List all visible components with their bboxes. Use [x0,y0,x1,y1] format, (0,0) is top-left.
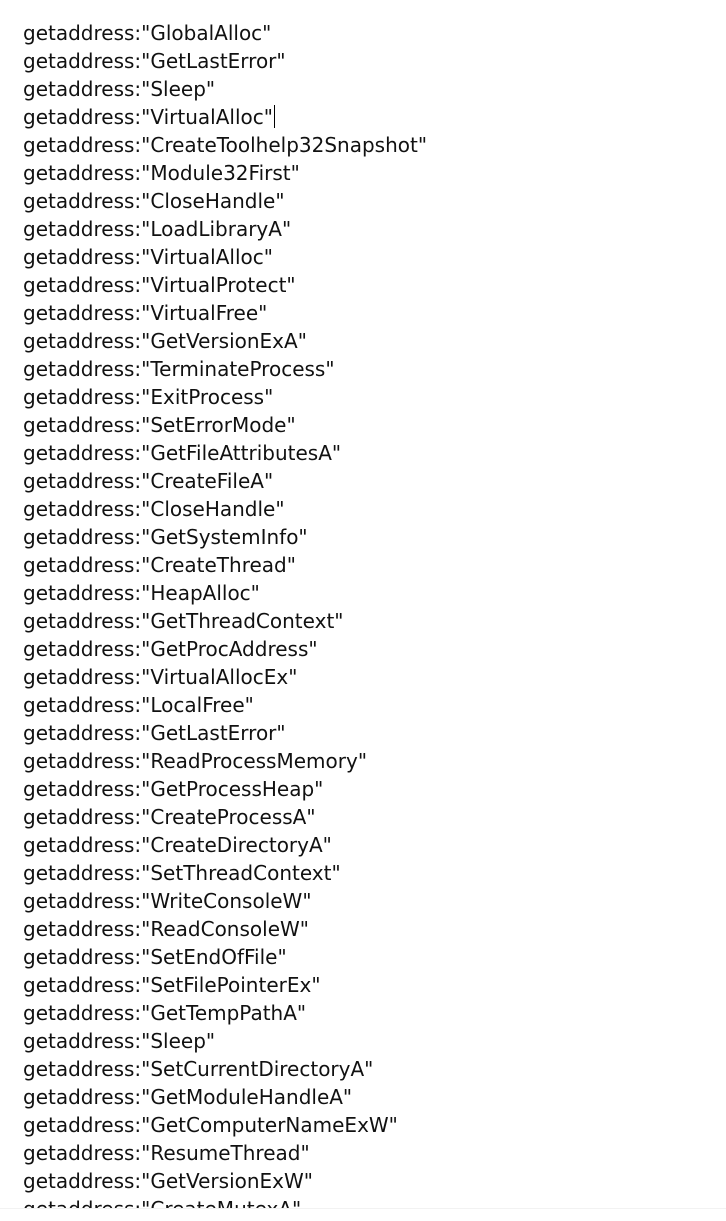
text-line: getaddress:"CloseHandle" [23,497,285,521]
text-line: getaddress:"VirtualAllocEx" [23,665,298,689]
text-line: getaddress:"GetLastError" [23,721,286,745]
text-line: getaddress:"GetVersionExA" [23,329,307,353]
text-line: getaddress:"GetProcessHeap" [23,777,324,801]
text-line: getaddress:"SetFilePointerEx" [23,973,321,997]
text-line: getaddress:"GlobalAlloc" [23,21,272,45]
text-line: getaddress:"GetProcAddress" [23,637,318,661]
text-line: getaddress:"CloseHandle" [23,189,285,213]
text-line: getaddress:"VirtualFree" [23,301,268,325]
text-line: getaddress:"CreateToolhelp32Snapshot" [23,133,428,157]
text-line: getaddress:"GetSystemInfo" [23,525,308,549]
text-line: getaddress:"SetEndOfFile" [23,945,287,969]
text-line: getaddress:"LocalFree" [23,693,254,717]
text-line: getaddress:"ReadProcessMemory" [23,749,368,773]
text-line: getaddress:"Sleep" [23,77,216,101]
text-line: getaddress:"SetCurrentDirectoryA" [23,1057,374,1081]
text-line: getaddress:"VirtualAlloc" [23,245,273,269]
text-editor-area[interactable]: getaddress:"GlobalAlloc" getaddress:"Get… [0,0,726,1208]
text-line: getaddress:"GetComputerNameExW" [23,1113,398,1137]
text-cursor [273,105,275,128]
text-line: getaddress:"ResumeThread" [23,1141,310,1165]
editor-bottom-edge [0,1208,726,1221]
text-line: getaddress:"CreateProcessA" [23,805,316,829]
text-line: getaddress:"GetFileAttributesA" [23,441,342,465]
text-line: getaddress:"Sleep" [23,1029,216,1053]
text-line: getaddress:"VirtualProtect" [23,273,296,297]
text-line: getaddress:"GetVersionExW" [23,1169,313,1193]
text-line: getaddress:"GetThreadContext" [23,609,344,633]
text-line: getaddress:"VirtualAlloc" [23,105,275,129]
text-line: getaddress:"LoadLibraryA" [23,217,292,241]
text-line: getaddress:"Module32First" [23,161,300,185]
text-line: getaddress:"SetErrorMode" [23,413,296,437]
text-line: getaddress:"GetModuleHandleA" [23,1085,353,1109]
text-line: getaddress:"SetThreadContext" [23,861,341,885]
text-line: getaddress:"CreateThread" [23,553,296,577]
text-line: getaddress:"WriteConsoleW" [23,889,312,913]
text-lines: getaddress:"GlobalAlloc" getaddress:"Get… [23,19,427,1208]
text-line: getaddress:"CreateFileA" [23,469,274,493]
text-line: getaddress:"ReadConsoleW" [23,917,309,941]
text-line: getaddress:"HeapAlloc" [23,581,260,605]
text-line: getaddress:"GetTempPathA" [23,1001,307,1025]
text-line: getaddress:"TerminateProcess" [23,357,335,381]
text-line: getaddress:"ExitProcess" [23,385,274,409]
text-line: getaddress:"CreateDirectoryA" [23,833,332,857]
text-line: getaddress:"GetLastError" [23,49,286,73]
text-line: getaddress:"CreateMutexA" [23,1195,427,1208]
